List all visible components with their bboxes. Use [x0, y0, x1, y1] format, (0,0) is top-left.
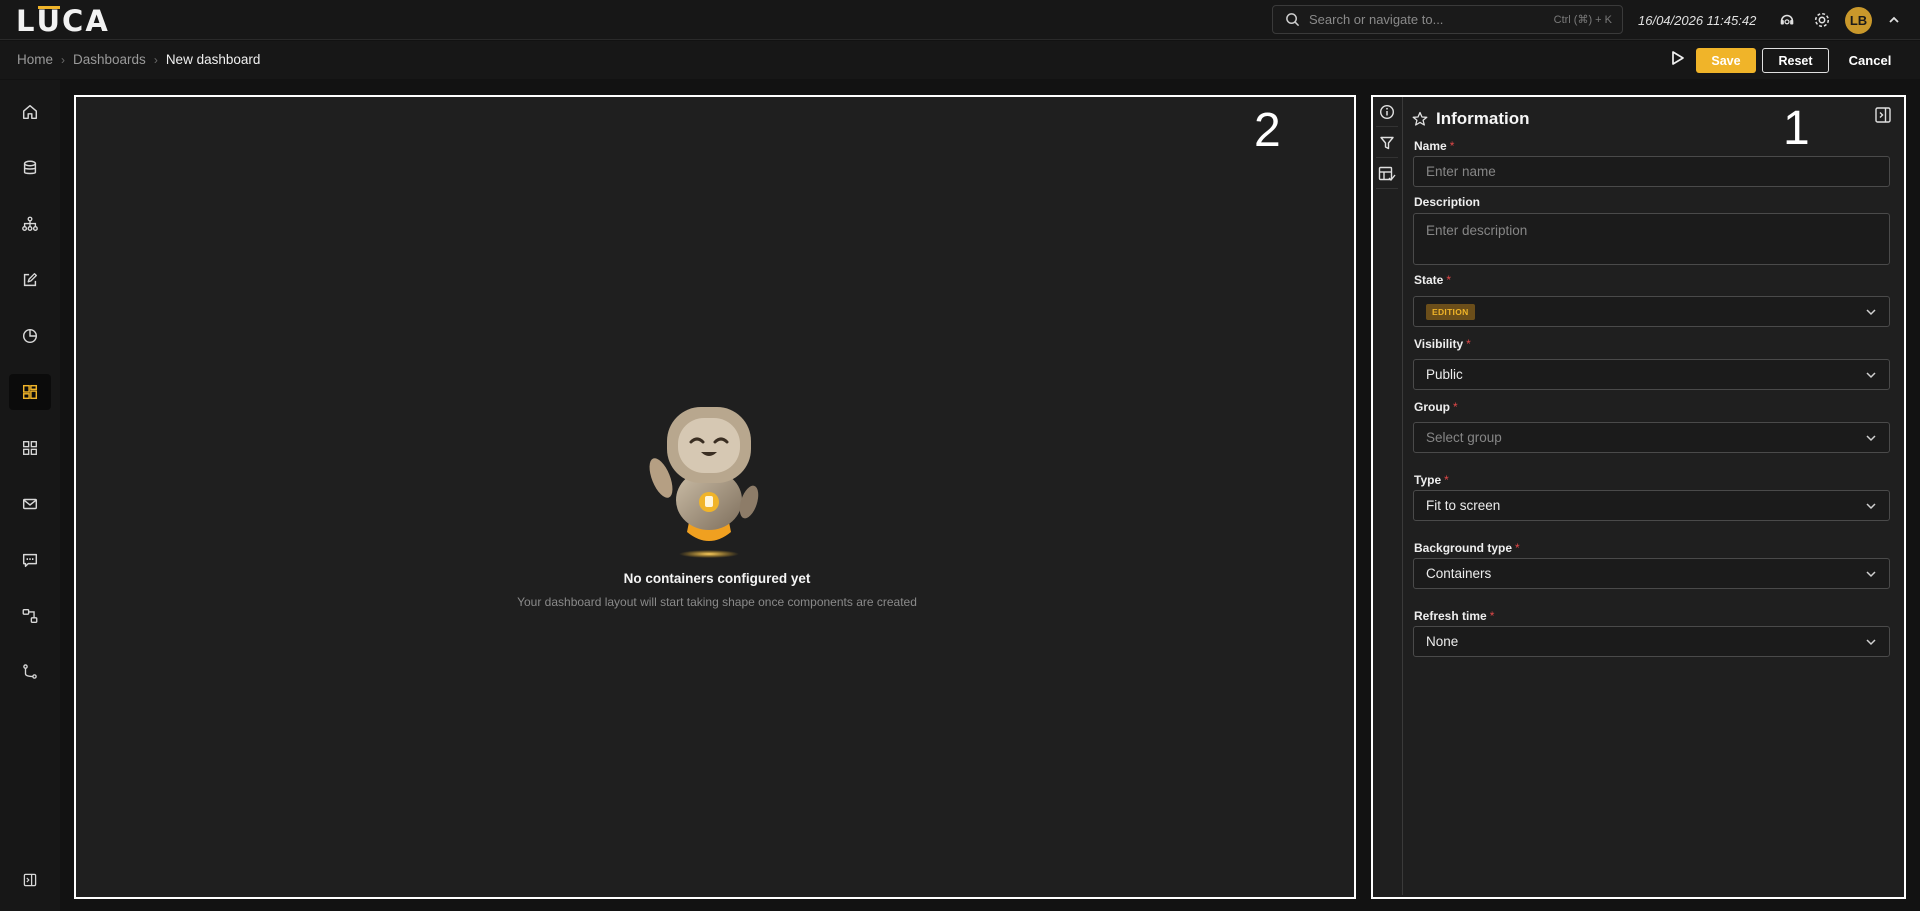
- sidebar-item-git[interactable]: [9, 654, 51, 690]
- sidebar-collapse-button[interactable]: [9, 862, 51, 898]
- global-search[interactable]: Ctrl (⌘) + K: [1272, 5, 1623, 34]
- background-type-value: Containers: [1426, 566, 1492, 581]
- sidebar-item-home[interactable]: [9, 94, 51, 130]
- chevron-down-icon: [1866, 503, 1876, 510]
- sidebar-item-messages[interactable]: [9, 542, 51, 578]
- name-input[interactable]: [1413, 156, 1890, 187]
- workflow-icon: [22, 609, 38, 623]
- tab-layout[interactable]: [1376, 159, 1398, 189]
- sidebar-item-workflows[interactable]: [9, 598, 51, 634]
- breadcrumb-dashboards[interactable]: Dashboards: [73, 52, 146, 67]
- sidebar-item-database[interactable]: [9, 150, 51, 186]
- type-select[interactable]: Fit to screen: [1413, 490, 1890, 521]
- canvas-marker: 2: [1254, 104, 1281, 157]
- grid-icon: [23, 441, 37, 455]
- breadcrumb-bar: Home › Dashboards › New dashboard: [0, 41, 1920, 79]
- pie-chart-icon: [22, 328, 38, 344]
- panel-marker: 1: [1783, 102, 1810, 155]
- git-branch-icon: [23, 664, 37, 679]
- search-input[interactable]: [1309, 12, 1529, 27]
- sidebar-item-dashboards[interactable]: [9, 374, 51, 410]
- empty-state-subtitle: Your dashboard layout will start taking …: [517, 595, 917, 609]
- background-type-label: Background type *: [1414, 541, 1520, 555]
- panel-title: Information: [1412, 109, 1530, 129]
- type-label: Type *: [1414, 473, 1449, 487]
- panel-title-text: Information: [1436, 109, 1530, 128]
- chevron-down-icon: [1866, 309, 1876, 316]
- breadcrumb-separator-icon: ›: [153, 52, 158, 67]
- edit-icon: [23, 273, 37, 287]
- type-value: Fit to screen: [1426, 498, 1501, 513]
- luca-logo[interactable]: LUCA: [16, 4, 110, 38]
- empty-state-title: No containers configured yet: [623, 571, 811, 586]
- sidebar-item-reports[interactable]: [9, 318, 51, 354]
- breadcrumb-home[interactable]: Home: [17, 52, 53, 67]
- chevron-down-icon: [1866, 372, 1876, 379]
- search-icon: [1286, 13, 1300, 27]
- cancel-button[interactable]: Cancel: [1838, 48, 1902, 73]
- group-placeholder: Select group: [1426, 430, 1502, 445]
- chevron-down-icon: [1866, 571, 1876, 578]
- name-label: Name *: [1414, 139, 1455, 153]
- group-select[interactable]: Select group: [1413, 422, 1890, 453]
- refresh-time-select[interactable]: None: [1413, 626, 1890, 657]
- description-label: Description: [1414, 195, 1481, 209]
- dashboard-icon: [22, 384, 38, 400]
- state-select[interactable]: EDITION: [1413, 296, 1890, 327]
- reset-button[interactable]: Reset: [1762, 48, 1829, 73]
- breadcrumb-separator-icon: ›: [61, 52, 66, 67]
- chevron-up-icon[interactable]: [1884, 10, 1904, 30]
- breadcrumb: Home › Dashboards › New dashboard: [17, 52, 260, 67]
- chevron-down-icon: [1866, 435, 1876, 442]
- top-bar: LUCA Ctrl (⌘) + K 16/04/2026 11:45:42 LB: [0, 0, 1920, 40]
- sidebar: [0, 80, 60, 911]
- visibility-label: Visibility *: [1414, 337, 1471, 351]
- hierarchy-icon: [22, 216, 38, 231]
- info-icon: [1379, 104, 1395, 119]
- tab-information[interactable]: [1376, 97, 1398, 127]
- panel-collapse-icon[interactable]: [1874, 106, 1892, 124]
- information-panel: Information 1 Name* Description State* E…: [1371, 95, 1906, 899]
- refresh-time-value: None: [1426, 634, 1459, 649]
- sidebar-item-hierarchy[interactable]: [9, 206, 51, 242]
- state-badge: EDITION: [1426, 303, 1475, 320]
- save-button[interactable]: Save: [1696, 48, 1756, 73]
- mail-icon: [22, 498, 38, 510]
- breadcrumb-current: New dashboard: [165, 52, 261, 67]
- search-shortcut: Ctrl (⌘) + K: [1553, 14, 1612, 26]
- database-icon: [23, 160, 37, 175]
- user-avatar[interactable]: LB: [1845, 7, 1872, 34]
- sidebar-item-editor[interactable]: [9, 262, 51, 298]
- preview-play-icon[interactable]: [1670, 49, 1686, 67]
- layout-check-icon: [1378, 166, 1396, 181]
- gear-icon[interactable]: [1812, 10, 1832, 30]
- message-icon: [22, 553, 38, 568]
- visibility-value: Public: [1426, 367, 1463, 382]
- home-icon: [22, 104, 38, 120]
- sidebar-toggle-icon: [23, 873, 37, 887]
- sidebar-item-apps[interactable]: [9, 430, 51, 466]
- group-label: Group *: [1414, 400, 1458, 414]
- background-type-select[interactable]: Containers: [1413, 558, 1890, 589]
- support-agent-icon[interactable]: [1777, 10, 1797, 30]
- star-icon[interactable]: [1412, 111, 1428, 127]
- robot-mascot-illustration: [649, 407, 759, 558]
- state-label: State *: [1414, 273, 1452, 287]
- tab-filters[interactable]: [1376, 128, 1398, 158]
- chevron-down-icon: [1866, 639, 1876, 646]
- visibility-select[interactable]: Public: [1413, 359, 1890, 390]
- refresh-time-label: Refresh time *: [1414, 609, 1495, 623]
- dashboard-canvas[interactable]: 2 No containers configured yet Your dash…: [74, 95, 1356, 899]
- current-datetime: 16/04/2026 11:45:42: [1638, 13, 1757, 28]
- panel-tabs: [1373, 97, 1403, 895]
- filter-icon: [1380, 136, 1394, 149]
- sidebar-item-mail[interactable]: [9, 486, 51, 522]
- description-textarea[interactable]: [1413, 213, 1890, 265]
